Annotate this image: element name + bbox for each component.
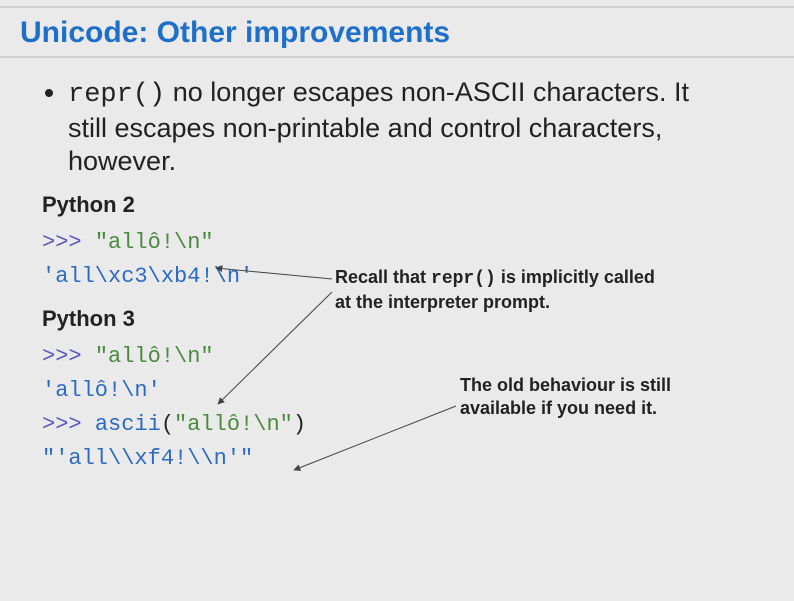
py2-output: 'all\xc3\xb4!\n' xyxy=(42,264,253,289)
py3-prompt-2: >>> xyxy=(42,412,95,437)
slide-title: Unicode: Other improvements xyxy=(0,8,794,52)
bullet-item: repr() no longer escapes non-ASCII chara… xyxy=(68,76,754,178)
py3-output-1: 'allô!\n' xyxy=(42,378,161,403)
bullet-inline-code: repr() xyxy=(68,80,165,110)
py3-prompt-1: >>> xyxy=(42,344,95,369)
py2-prompt: >>> xyxy=(42,230,95,255)
bullet-list: repr() no longer escapes non-ASCII chara… xyxy=(40,76,754,178)
note-repr-code: repr() xyxy=(431,269,496,289)
py3-input-str-2: "allô!\n" xyxy=(174,412,293,437)
py3-input-str-1: "allô!\n" xyxy=(95,344,214,369)
py3-open-paren: ( xyxy=(161,412,174,437)
py3-fn: ascii xyxy=(95,412,161,437)
note-repr-text-1: Recall that xyxy=(335,267,431,287)
py3-close-paren: ) xyxy=(293,412,306,437)
note-repr: Recall that repr() is implicitly called … xyxy=(335,266,665,313)
python2-heading: Python 2 xyxy=(42,192,754,218)
note-ascii: The old behaviour is still available if … xyxy=(460,374,705,419)
py2-input-str: "allô!\n" xyxy=(95,230,214,255)
py3-output-2: "'all\\xf4!\\n'" xyxy=(42,446,253,471)
